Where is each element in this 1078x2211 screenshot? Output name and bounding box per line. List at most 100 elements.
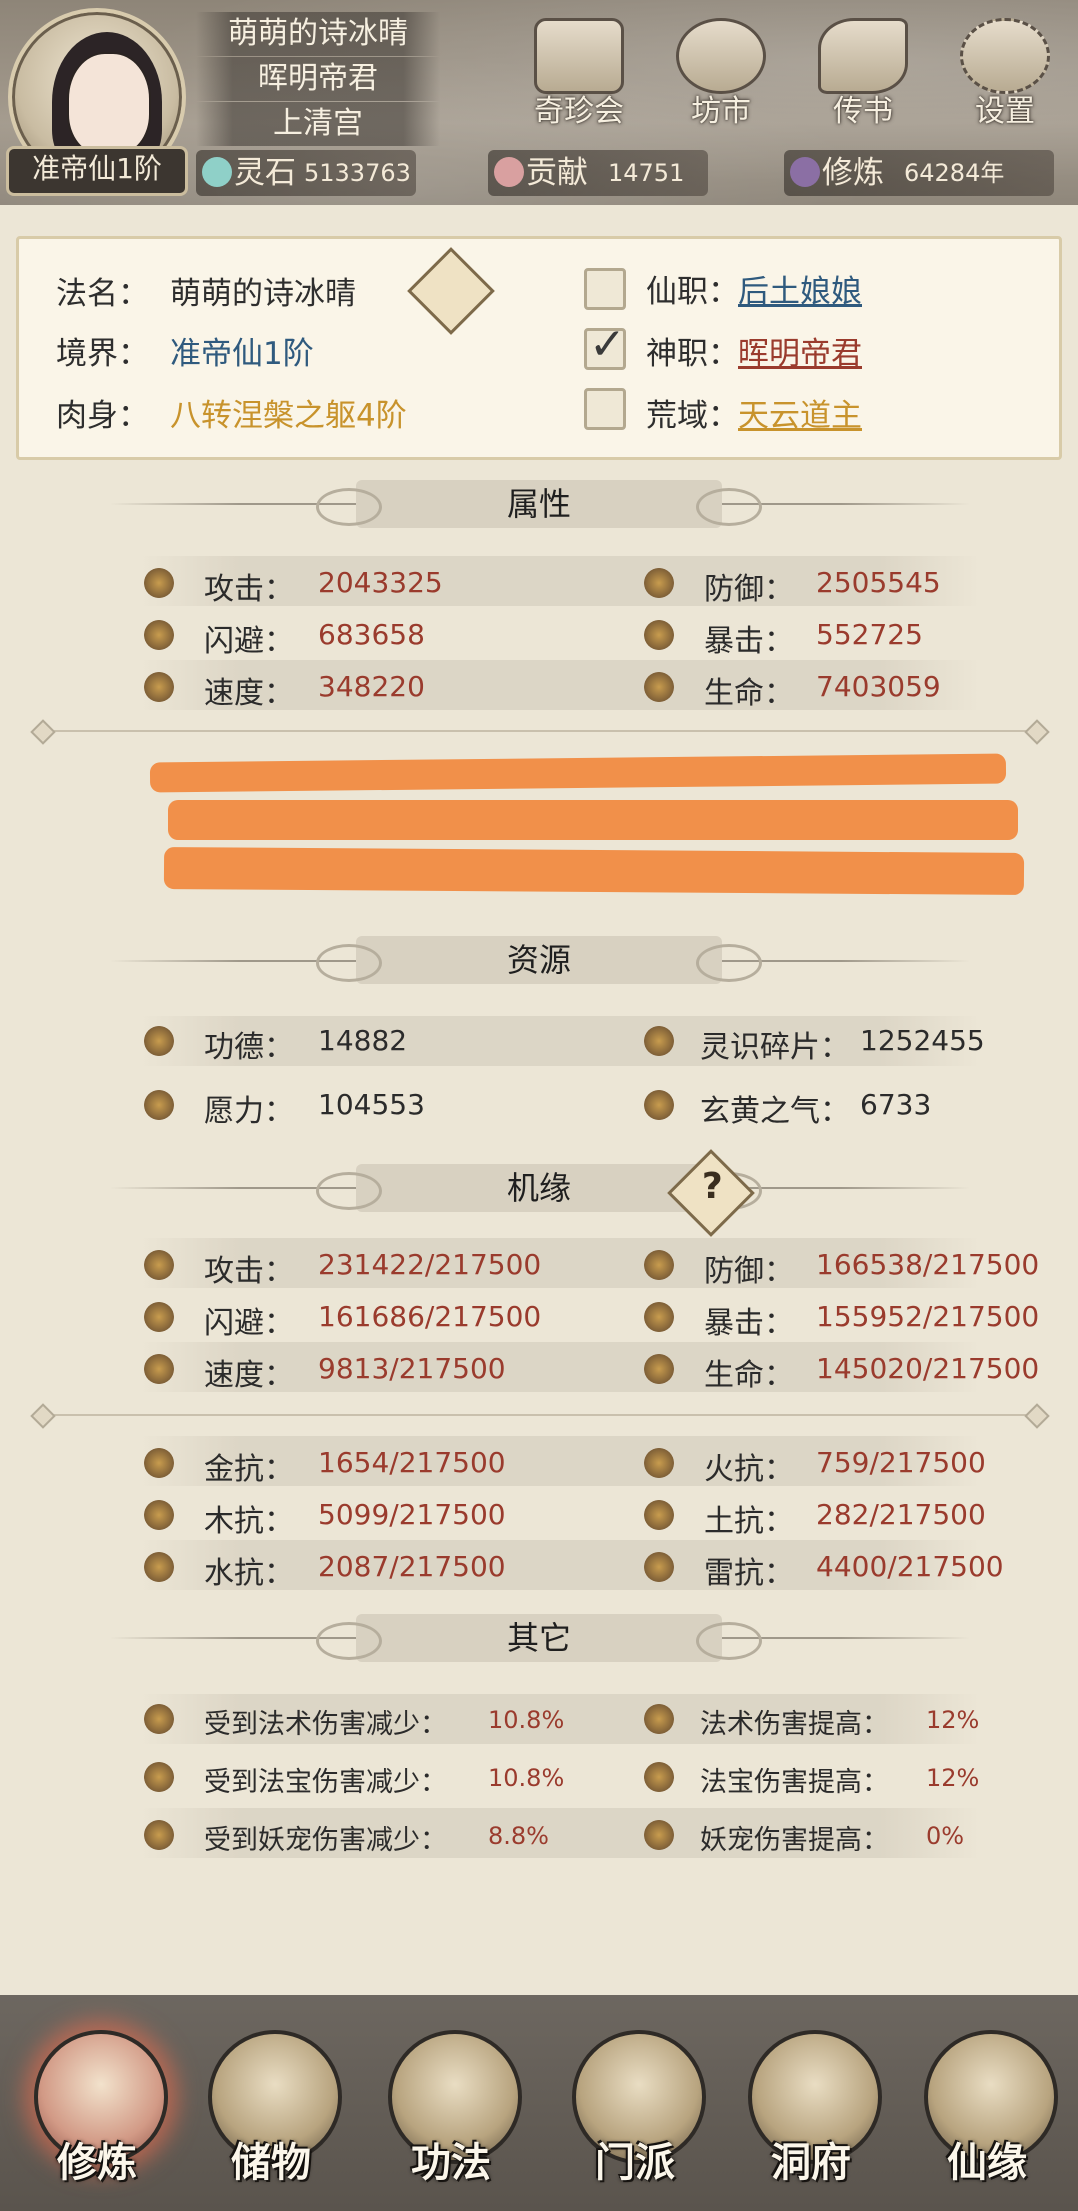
- contribution-value: 14751: [608, 159, 685, 187]
- spell-damage-reduction-icon: [144, 1704, 174, 1734]
- contribution-stat: 贡献 14751: [488, 150, 708, 196]
- divine-post-checkbox[interactable]: ✓: [584, 319, 626, 370]
- fortune-attack-value: 231422/217500: [318, 1248, 542, 1281]
- body-value: 八转涅槃之躯4阶: [170, 398, 407, 434]
- spirit-stone-stat: 灵石 5133763: [196, 150, 416, 196]
- defense-value: 2505545: [816, 566, 941, 599]
- market-icon: [676, 18, 766, 94]
- treasure-pavilion-icon: [534, 18, 624, 94]
- thunder-resist-value: 4400/217500: [816, 1550, 1004, 1583]
- nav-storage[interactable]: 储物: [196, 2030, 346, 2200]
- fortune-dodge-label: 闪避：: [204, 1306, 294, 1341]
- xuanhuang-qi-label: 玄黄之气：: [700, 1094, 850, 1129]
- dodge-icon: [144, 1302, 174, 1332]
- market-label: 坊市: [691, 94, 751, 129]
- earth-resist-label: 土抗：: [704, 1504, 794, 1539]
- market-button[interactable]: 坊市: [666, 18, 776, 133]
- immortal-post-checkbox[interactable]: [584, 268, 626, 310]
- water-resist-value: 2087/217500: [318, 1550, 506, 1583]
- spirit-shard-value: 1252455: [860, 1024, 985, 1057]
- crit-icon: [644, 620, 674, 650]
- attack-icon: [144, 1250, 174, 1280]
- letters-label: 传书: [833, 94, 893, 129]
- nav-techniques[interactable]: 功法: [376, 2030, 526, 2200]
- divine-post-link[interactable]: 晖明帝君: [738, 328, 862, 373]
- fire-resist-value: 759/217500: [816, 1446, 986, 1479]
- nav-cultivation[interactable]: 修炼: [22, 2030, 172, 2200]
- fire-resist-icon: [644, 1448, 674, 1478]
- divine-post-label: 神职：: [646, 336, 739, 372]
- check-mark-icon: ✓: [589, 319, 626, 370]
- wish-power-icon: [144, 1090, 174, 1120]
- thunder-resist-label: 雷抗：: [704, 1556, 794, 1591]
- nav-sect[interactable]: 门派: [560, 2030, 710, 2200]
- pet-damage-boost-icon: [644, 1820, 674, 1850]
- fortune-defense-label: 防御：: [704, 1254, 794, 1289]
- speed-icon: [144, 672, 174, 702]
- attributes-title: 属性: [316, 480, 762, 528]
- nav-cave[interactable]: 洞府: [736, 2030, 886, 2200]
- spirit-stone-value: 5133763: [304, 159, 411, 187]
- artifact-damage-reduction-label: 受到法宝伤害减少：: [204, 1767, 447, 1798]
- spell-damage-boost-icon: [644, 1704, 674, 1734]
- wood-resist-value: 5099/217500: [318, 1498, 506, 1531]
- life-value: 7403059: [816, 670, 941, 703]
- immortal-post-link[interactable]: 后土娘娘: [738, 266, 862, 311]
- settings-label: 设置: [975, 94, 1035, 129]
- fortune-life-label: 生命：: [704, 1358, 794, 1393]
- fortune-speed-value: 9813/217500: [318, 1352, 506, 1385]
- metal-resist-value: 1654/217500: [318, 1446, 506, 1479]
- artifact-damage-boost-value: 12%: [926, 1764, 980, 1792]
- merit-value: 14882: [318, 1024, 408, 1057]
- gear-icon: [960, 18, 1050, 94]
- dharma-name-label: 法名：: [56, 276, 149, 312]
- wood-resist-icon: [144, 1500, 174, 1530]
- life-icon: [644, 672, 674, 702]
- water-resist-label: 水抗：: [204, 1556, 294, 1591]
- fire-resist-label: 火抗：: [704, 1452, 794, 1487]
- spirit-shard-label: 灵识碎片：: [700, 1030, 850, 1065]
- wish-power-value: 104553: [318, 1088, 425, 1121]
- letters-button[interactable]: 传书: [808, 18, 918, 133]
- wood-resist-label: 木抗：: [204, 1504, 294, 1539]
- defense-label: 防御：: [704, 572, 794, 607]
- fortune-crit-label: 暴击：: [704, 1306, 794, 1341]
- spirit-stone-icon: [202, 157, 232, 187]
- attack-value: 2043325: [318, 566, 443, 599]
- fortune-crit-value: 155952/217500: [816, 1300, 1040, 1333]
- settings-button[interactable]: 设置: [950, 18, 1060, 133]
- divider: [40, 1414, 1040, 1416]
- attack-label: 攻击：: [204, 572, 294, 607]
- nav-techniques-label: 功法: [411, 2140, 491, 2186]
- defense-icon: [644, 568, 674, 598]
- player-name: 萌萌的诗冰晴: [196, 12, 440, 56]
- dodge-icon: [144, 620, 174, 650]
- nav-storage-label: 储物: [231, 2140, 311, 2186]
- defense-icon: [644, 1250, 674, 1280]
- speed-icon: [144, 1354, 174, 1384]
- fortune-defense-value: 166538/217500: [816, 1248, 1040, 1281]
- life-icon: [644, 1354, 674, 1384]
- speed-label: 速度：: [204, 676, 294, 711]
- metal-resist-icon: [144, 1448, 174, 1478]
- treasure-pavilion-label: 奇珍会: [534, 94, 624, 129]
- spell-damage-reduction-label: 受到法术伤害减少：: [204, 1709, 447, 1740]
- crit-icon: [644, 1302, 674, 1332]
- fortune-dodge-value: 161686/217500: [318, 1300, 542, 1333]
- wild-domain-link[interactable]: 天云道主: [738, 390, 862, 435]
- crit-label: 暴击：: [704, 624, 794, 659]
- dharma-name-value: 萌萌的诗冰晴: [170, 276, 356, 312]
- earth-resist-icon: [644, 1500, 674, 1530]
- cultivation-value: 64284年: [904, 159, 1005, 187]
- nav-sect-label: 门派: [595, 2140, 675, 2186]
- wild-domain-checkbox[interactable]: [584, 388, 626, 430]
- fortune-attack-label: 攻击：: [204, 1254, 294, 1289]
- nav-immortal-fate[interactable]: 仙缘: [912, 2030, 1062, 2200]
- player-title: 晖明帝君: [196, 57, 440, 101]
- wild-domain-label: 荒域：: [646, 398, 739, 434]
- others-title: 其它: [316, 1614, 762, 1662]
- rank-badge: 准帝仙1阶: [6, 146, 188, 196]
- fortune-title: 机缘: [316, 1164, 762, 1212]
- spirit-stone-label: 灵石: [234, 155, 296, 191]
- treasure-pavilion-button[interactable]: 奇珍会: [524, 18, 634, 133]
